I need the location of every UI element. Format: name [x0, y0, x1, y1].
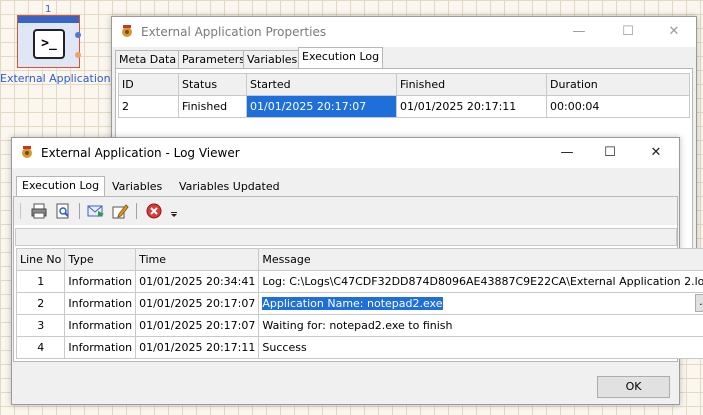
tab-variables[interactable]: Variables — [243, 50, 302, 68]
send-email-icon[interactable] — [87, 202, 105, 220]
output-port-bottom[interactable] — [75, 52, 81, 58]
app-gear-icon — [22, 146, 32, 158]
col-duration[interactable]: Duration — [546, 73, 690, 96]
col-type[interactable]: Type — [64, 248, 137, 271]
close-button[interactable]: ✕ — [660, 21, 688, 43]
output-port-top[interactable] — [75, 32, 81, 38]
log-viewer-window: External Application - Log Viewer — ☐ ✕ … — [11, 137, 703, 405]
tab-meta-data[interactable]: Meta Data — [115, 50, 181, 68]
cell-finished: 01/01/2025 20:17:11 — [396, 95, 547, 118]
app-gear-icon — [122, 25, 132, 37]
cell-line-no: 2 — [15, 292, 66, 315]
minimize-button[interactable]: — — [553, 142, 581, 164]
cell-line-no: 3 — [15, 314, 66, 337]
tab-execution-log[interactable]: Execution Log — [16, 176, 106, 197]
col-id[interactable]: ID — [118, 73, 179, 96]
cell-status: Finished — [178, 95, 247, 118]
cell-time: 01/01/2025 20:34:41 — [135, 270, 260, 293]
cell-line-no: 1 — [15, 270, 66, 293]
cell-type: Information — [64, 292, 137, 315]
cell-started[interactable]: 01/01/2025 20:17:07 — [246, 95, 397, 118]
log-table: Line No Type Time Message 1 Information … — [15, 248, 703, 359]
terminal-icon: >_ — [33, 29, 65, 59]
col-line-no[interactable]: Line No — [15, 248, 66, 271]
external-application-node[interactable]: >_ — [17, 15, 81, 68]
cell-id: 2 — [118, 95, 179, 118]
log-viewer-titlebar: External Application - Log Viewer — ☐ ✕ — [12, 138, 679, 168]
ok-button[interactable]: OK — [597, 376, 670, 398]
tab-execution-log[interactable]: Execution Log — [298, 47, 384, 68]
cell-type: Information — [64, 314, 137, 337]
cell-time: 01/01/2025 20:17:07 — [135, 292, 260, 315]
node-number: 1 — [45, 4, 52, 15]
table-row[interactable]: 2 Finished 01/01/2025 20:17:07 01/01/202… — [118, 95, 690, 118]
cell-message: Success — [258, 336, 703, 359]
close-button[interactable]: ✕ — [642, 142, 670, 164]
table-header: Line No Type Time Message — [15, 248, 703, 271]
cell-time: 01/01/2025 20:17:07 — [135, 314, 260, 337]
tab-variables[interactable]: Variables — [109, 178, 165, 196]
table-header: ID Status Started Finished Duration — [118, 73, 690, 96]
group-by-bar[interactable] — [15, 228, 677, 246]
col-started[interactable]: Started — [246, 73, 397, 96]
cell-message: Waiting for: notepad2.exe to finish — [258, 314, 703, 337]
table-row[interactable]: 4 Information 01/01/2025 20:17:11 Succes… — [15, 336, 703, 359]
table-row[interactable]: 3 Information 01/01/2025 20:17:07 Waitin… — [15, 314, 703, 337]
properties-title: External Application Properties — [141, 25, 327, 39]
toolbar-separator — [79, 203, 80, 219]
log-toolbar — [14, 197, 677, 225]
table-row[interactable]: 2 Information 01/01/2025 20:17:07 Applic… — [15, 292, 703, 315]
col-finished[interactable]: Finished — [396, 73, 547, 96]
cell-type: Information — [64, 336, 137, 359]
maximize-button[interactable]: ☐ — [614, 21, 642, 43]
table-row[interactable]: 1 Information 01/01/2025 20:34:41 Log: C… — [15, 270, 703, 293]
properties-titlebar: External Application Properties — ☐ ✕ — [112, 17, 696, 47]
edit-icon[interactable] — [111, 202, 129, 220]
node-label: External Application — [0, 72, 111, 85]
cell-line-no: 4 — [15, 336, 66, 359]
cell-message-editing[interactable]: Application Name: notepad2.exe ... — [258, 292, 703, 315]
col-time[interactable]: Time — [135, 248, 260, 271]
print-preview-icon[interactable] — [54, 202, 72, 220]
cell-time: 01/01/2025 20:17:11 — [135, 336, 260, 359]
log-panel: Line No Type Time Message 1 Information … — [13, 196, 703, 362]
node-header-bar — [18, 16, 79, 23]
col-status[interactable]: Status — [178, 73, 247, 96]
tab-parameters[interactable]: Parameters — [178, 50, 249, 68]
cell-type: Information — [64, 270, 137, 293]
tab-variables-updated[interactable]: Variables Updated — [176, 178, 283, 196]
execution-log-table: ID Status Started Finished Duration 2 Fi… — [118, 73, 690, 118]
cell-duration: 00:00:04 — [546, 95, 690, 118]
col-message[interactable]: Message — [258, 248, 703, 271]
cell-message: Log: C:\Logs\C47CDF32DD874D8096AE43887C9… — [258, 270, 703, 293]
ellipsis-button[interactable]: ... — [695, 294, 703, 312]
stop-icon[interactable] — [145, 202, 163, 220]
dropdown-arrow-icon[interactable] — [169, 209, 179, 219]
minimize-button[interactable]: — — [565, 21, 593, 43]
print-icon[interactable] — [30, 202, 48, 220]
maximize-button[interactable]: ☐ — [596, 142, 624, 164]
log-viewer-title: External Application - Log Viewer — [41, 146, 240, 160]
toolbar-separator — [136, 203, 137, 219]
toolbar-grip — [20, 203, 21, 219]
selected-message-text[interactable]: Application Name: notepad2.exe — [262, 297, 443, 310]
